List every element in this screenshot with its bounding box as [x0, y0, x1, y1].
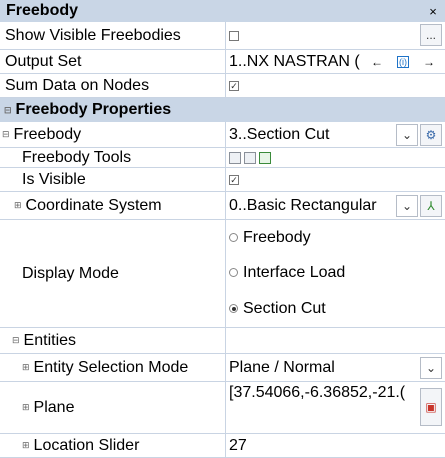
- show-visible-checkbox[interactable]: [229, 30, 239, 41]
- row-output-set: Output Set 1..NX NASTRAN ( ← (i) →: [0, 50, 445, 74]
- section-freebody-properties[interactable]: ⊟ Freebody Properties: [0, 98, 445, 122]
- row-is-visible: Is Visible ✓: [0, 168, 445, 192]
- collapse-icon[interactable]: ⊟: [12, 335, 20, 346]
- radio-section-cut-label: Section Cut: [243, 299, 326, 317]
- radio-section-cut[interactable]: Section Cut: [229, 290, 445, 327]
- entities-label-cell[interactable]: ⊟ Entities: [0, 328, 226, 354]
- location-slider-label: Location Slider: [33, 436, 140, 454]
- sum-data-value: ✓: [226, 74, 445, 98]
- coordinate-system-label: Coordinate System: [25, 196, 162, 214]
- coordinate-system-label-cell: ⊞ Coordinate System: [0, 192, 226, 220]
- is-visible-checkbox[interactable]: ✓: [229, 174, 239, 185]
- sum-data-checkbox[interactable]: ✓: [229, 80, 239, 91]
- freebody-properties-label: Freebody Properties: [15, 101, 172, 118]
- entity-selection-value: Plane / Normal: [229, 358, 335, 376]
- is-visible-label: Is Visible: [0, 168, 226, 192]
- is-visible-value: ✓: [226, 168, 445, 192]
- chevron-down-icon[interactable]: ⌄: [420, 357, 442, 379]
- freebody-properties-header: ⊟ Freebody Properties: [4, 98, 445, 122]
- freebody-select[interactable]: 3..Section Cut ⌄ ⚙: [226, 122, 445, 148]
- entity-selection-select[interactable]: Plane / Normal ⌄: [226, 354, 445, 382]
- settings-icon[interactable]: ⚙: [420, 124, 442, 146]
- radio-icon[interactable]: [229, 233, 238, 242]
- expand-icon[interactable]: ⊞: [22, 440, 30, 451]
- sum-data-label: Sum Data on Nodes: [0, 74, 226, 98]
- panel-title-bar: Freebody ×: [0, 0, 445, 22]
- tool-icon[interactable]: [229, 151, 241, 164]
- row-freebody: ⊟ Freebody 3..Section Cut ⌄ ⚙: [0, 122, 445, 148]
- tool-icon[interactable]: [244, 151, 256, 164]
- vector-icon[interactable]: (i): [397, 55, 409, 68]
- output-set-label: Output Set: [0, 50, 226, 74]
- radio-interface-load[interactable]: Interface Load: [229, 255, 445, 290]
- entity-selection-label-cell: ⊞ Entity Selection Mode: [0, 354, 226, 382]
- row-display-mode: Display Mode Freebody Interface Load Sec…: [0, 220, 445, 328]
- ellipsis-glyph: ...: [425, 28, 436, 42]
- row-freebody-tools: Freebody Tools: [0, 148, 445, 168]
- plane-label: Plane: [33, 398, 75, 416]
- expand-icon[interactable]: ⊞: [22, 362, 30, 373]
- ellipsis-icon[interactable]: ...: [420, 24, 442, 46]
- location-slider-value[interactable]: 27: [226, 434, 445, 458]
- row-sum-data: Sum Data on Nodes ✓: [0, 74, 445, 98]
- entities-label: Entities: [23, 331, 77, 349]
- close-icon[interactable]: ×: [427, 0, 439, 22]
- row-show-visible: Show Visible Freebodies ...: [0, 22, 445, 50]
- radio-icon[interactable]: [229, 304, 238, 313]
- coordinate-system-value: 0..Basic Rectangular: [229, 196, 377, 214]
- collapse-icon[interactable]: ⊟: [2, 129, 10, 140]
- freebody-label: Freebody: [13, 125, 82, 143]
- show-visible-value: ...: [226, 22, 445, 50]
- arrow-right-icon[interactable]: →: [423, 55, 435, 69]
- radio-icon[interactable]: [229, 268, 238, 277]
- entity-selection-label: Entity Selection Mode: [33, 358, 189, 376]
- freebody-value: 3..Section Cut: [229, 125, 330, 143]
- tool-icon[interactable]: [259, 151, 271, 164]
- display-mode-label: Display Mode: [0, 220, 226, 328]
- chevron-down-icon[interactable]: ⌄: [396, 124, 418, 146]
- row-plane: ⊞ Plane [37.54066,-6.36852,-21.( ▣: [0, 382, 445, 434]
- row-coordinate-system: ⊞ Coordinate System 0..Basic Rectangular…: [0, 192, 445, 220]
- radio-interface-load-label: Interface Load: [243, 263, 346, 281]
- freebody-tools-label: Freebody Tools: [0, 148, 226, 168]
- location-slider-label-cell: ⊞ Location Slider: [0, 434, 226, 458]
- axes-icon[interactable]: ⅄: [420, 195, 442, 217]
- display-mode-options: Freebody Interface Load Section Cut: [226, 220, 445, 328]
- row-entities: ⊟ Entities: [0, 328, 445, 354]
- plane-value: [37.54066,-6.36852,-21.(: [229, 384, 406, 401]
- panel-title: Freebody: [6, 2, 79, 19]
- output-set-value: 1..NX NASTRAN (: [229, 52, 360, 70]
- expand-icon[interactable]: ⊞: [14, 200, 22, 211]
- freebody-label-cell: ⊟ Freebody: [0, 122, 226, 148]
- arrow-left-icon[interactable]: ←: [371, 55, 383, 69]
- expand-icon[interactable]: ⊞: [22, 402, 30, 413]
- radio-freebody-label: Freebody: [243, 228, 311, 246]
- row-entity-selection-mode: ⊞ Entity Selection Mode Plane / Normal ⌄: [0, 354, 445, 382]
- pick-icon[interactable]: ▣: [420, 388, 442, 426]
- plane-field[interactable]: [37.54066,-6.36852,-21.( ▣: [226, 382, 445, 434]
- freebody-panel: Freebody × Show Visible Freebodies ... O…: [0, 0, 445, 458]
- freebody-tools-icons: [226, 148, 445, 168]
- entities-value: [226, 328, 445, 354]
- chevron-down-icon[interactable]: ⌄: [396, 195, 418, 217]
- row-location-slider: ⊞ Location Slider 27: [0, 434, 445, 458]
- radio-freebody[interactable]: Freebody: [229, 220, 445, 255]
- output-set-field[interactable]: 1..NX NASTRAN ( ← (i) →: [226, 50, 445, 74]
- collapse-icon[interactable]: ⊟: [4, 105, 12, 116]
- coordinate-system-select[interactable]: 0..Basic Rectangular ⌄ ⅄: [226, 192, 445, 220]
- plane-label-cell: ⊞ Plane: [0, 382, 226, 434]
- show-visible-label: Show Visible Freebodies: [0, 22, 226, 50]
